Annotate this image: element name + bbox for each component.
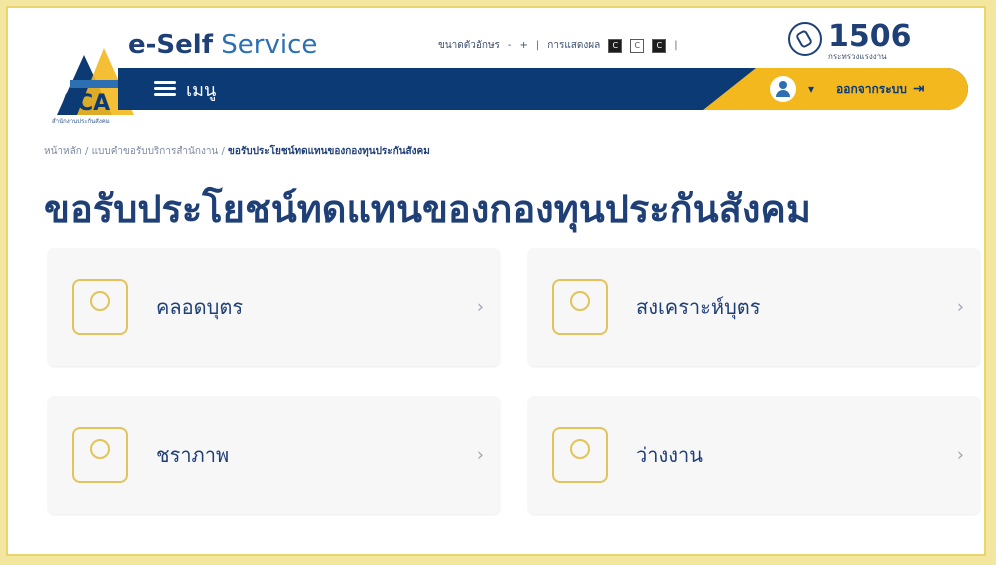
card-label: คลอดบุตร: [156, 295, 244, 319]
hotline-number: 1506: [828, 19, 912, 54]
page-title: ขอรับประโยชน์ทดแทนของกองทุนประกันสังคม: [44, 187, 811, 231]
font-decrease-button[interactable]: -: [508, 40, 512, 51]
main-navbar: เมนู ▾ ออกจากระบบ ⇥: [118, 68, 968, 110]
accessibility-toolbar: ขนาดตัวอักษร - + | การแสดงผล C C C |: [438, 38, 678, 53]
card-childbirth[interactable]: คลอดบุตร ›: [48, 248, 500, 366]
child-support-icon: [552, 279, 608, 335]
user-menu-caret[interactable]: ▾: [808, 82, 814, 96]
hotline[interactable]: 1506 กระทรวงแรงงาน: [788, 22, 912, 63]
childbirth-icon: [72, 279, 128, 335]
logout-button[interactable]: ออกจากระบบ ⇥: [836, 80, 925, 99]
breadcrumb-home[interactable]: หน้าหลัก: [44, 146, 82, 157]
logout-label: ออกจากระบบ: [836, 81, 907, 96]
svg-text:ACA: ACA: [60, 91, 110, 116]
card-old-age[interactable]: ชราภาพ ›: [48, 396, 500, 514]
display-label: การแสดงผล: [547, 40, 601, 51]
old-age-icon: [72, 427, 128, 483]
contrast-dark-button[interactable]: C: [608, 38, 623, 53]
phone-icon: [788, 22, 822, 56]
breadcrumb-current: ขอรับประโยชน์ทดแทนของกองทุนประกันสังคม: [228, 146, 430, 157]
menu-button[interactable]: เมนู: [154, 68, 216, 110]
user-avatar-icon[interactable]: [770, 76, 796, 102]
card-label: สงเคราะห์บุตร: [636, 295, 761, 319]
breadcrumb-sep: /: [81, 146, 92, 157]
card-unemployment[interactable]: ว่างงาน ›: [528, 396, 980, 514]
font-increase-button[interactable]: +: [520, 40, 528, 51]
chevron-right-icon: ›: [476, 444, 484, 466]
breadcrumb-mid[interactable]: แบบคำขอรับบริการสำนักงาน: [92, 146, 219, 157]
chevron-right-icon: ›: [476, 296, 484, 318]
toolbar-separator-2: |: [674, 40, 678, 51]
contrast-light-button[interactable]: C: [630, 38, 645, 53]
logo-tagline: สำนักงานประกันสังคม: [52, 118, 110, 125]
toolbar-separator: |: [535, 40, 540, 51]
logout-icon: ⇥: [912, 81, 925, 97]
chevron-right-icon: ›: [956, 444, 964, 466]
breadcrumb: หน้าหลัก / แบบคำขอรับบริการสำนักงาน / ขอ…: [44, 144, 430, 159]
hamburger-icon: [154, 81, 176, 97]
chevron-right-icon: ›: [956, 296, 964, 318]
user-area: ▾ ออกจากระบบ ⇥: [770, 68, 925, 110]
breadcrumb-sep-2: /: [218, 146, 229, 157]
menu-label: เมนู: [186, 79, 217, 101]
card-label: ชราภาพ: [156, 443, 230, 467]
app-frame: ACA สำนักงานประกันสังคม e-Self Service ข…: [6, 6, 986, 556]
card-label: ว่างงาน: [636, 443, 703, 467]
font-size-label: ขนาดตัวอักษร: [438, 40, 500, 51]
brand-strong: e-Self: [128, 30, 214, 60]
app-brand: e-Self Service: [128, 30, 317, 60]
brand-light: Service: [213, 30, 318, 60]
card-child-support[interactable]: สงเคราะห์บุตร ›: [528, 248, 980, 366]
unemployment-icon: [552, 427, 608, 483]
header: ACA สำนักงานประกันสังคม e-Self Service ข…: [8, 8, 984, 148]
benefit-cards: คลอดบุตร › สงเคราะห์บุตร › ชราภาพ › ว่าง…: [48, 248, 980, 528]
contrast-yellow-button[interactable]: C: [652, 38, 667, 53]
